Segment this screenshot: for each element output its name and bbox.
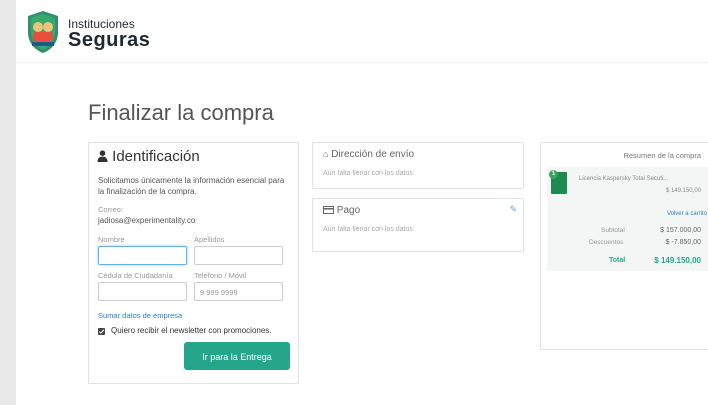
quantity-badge: 1 bbox=[549, 170, 558, 179]
check-icon bbox=[98, 329, 105, 334]
total-label: Total bbox=[609, 257, 626, 264]
payment-heading-text: Pago bbox=[336, 205, 361, 216]
discount-value: $ -7.850,00 bbox=[665, 239, 701, 246]
payment-panel[interactable]: Pago ✎ Aún falta llenar con los datos bbox=[312, 198, 524, 252]
site-header: Instituciones Seguras bbox=[16, 0, 708, 63]
phone-input[interactable]: 9 999 9999 bbox=[194, 282, 283, 301]
newsletter-label: Quiero recibir el newsletter con promoci… bbox=[111, 326, 272, 335]
identification-heading: Identificación bbox=[97, 148, 200, 165]
id-number-input[interactable] bbox=[98, 282, 187, 301]
last-name-input[interactable] bbox=[194, 246, 283, 265]
email-label: Correo: bbox=[98, 205, 124, 214]
page-title: Finalizar la compra bbox=[88, 100, 274, 125]
id-number-label: Cédula de Ciudadanía bbox=[98, 271, 173, 280]
payment-status: Aún falta llenar con los datos bbox=[323, 226, 413, 233]
first-name-input[interactable] bbox=[98, 246, 187, 265]
user-icon bbox=[97, 150, 108, 162]
identification-intro: Solicitamos únicamente la información es… bbox=[98, 176, 285, 196]
edit-icon[interactable]: ✎ bbox=[509, 204, 517, 215]
shield-logo-icon[interactable] bbox=[26, 10, 60, 54]
phone-label: Teléfono / Móvil bbox=[194, 271, 247, 280]
checkout-page: Instituciones Seguras Finalizar la compr… bbox=[16, 0, 708, 405]
subtotal-value: $ 157.000,00 bbox=[660, 227, 701, 234]
brand-name-line2: Seguras bbox=[68, 29, 151, 51]
newsletter-checkbox[interactable] bbox=[98, 328, 105, 335]
total-value: $ 149.150,00 bbox=[654, 256, 701, 265]
identification-heading-text: Identificación bbox=[112, 148, 200, 165]
home-icon: ⌂ bbox=[323, 149, 329, 159]
first-name-label: Nombre bbox=[98, 235, 125, 244]
subtotal-label: Subtotal bbox=[601, 227, 625, 234]
payment-heading: Pago bbox=[323, 205, 360, 216]
product-name: Licencia Kaspersky Total Secuti... bbox=[579, 176, 669, 182]
shipping-heading: ⌂ Dirección de envío bbox=[323, 149, 414, 160]
credit-card-icon bbox=[323, 206, 334, 214]
back-to-cart-link[interactable]: Volver a carrito bbox=[667, 211, 707, 217]
identification-panel: Identificación Solicitamos únicamente la… bbox=[88, 142, 299, 384]
summary-heading: Resumen de la compra bbox=[623, 151, 701, 160]
go-to-delivery-button[interactable]: Ir para la Entrega bbox=[184, 342, 290, 370]
last-name-label: Apellidos bbox=[194, 235, 225, 244]
email-value: jadiosa@experimentality.co bbox=[98, 216, 196, 225]
add-company-link[interactable]: Sumar datos de empresa bbox=[98, 311, 182, 320]
shipping-address-panel[interactable]: ⌂ Dirección de envío Aún falta llenar co… bbox=[312, 142, 524, 189]
shipping-status: Aún falta llenar con los datos bbox=[323, 170, 413, 177]
product-price: $ 149.150,00 bbox=[665, 188, 701, 194]
discount-label: Descuentos bbox=[589, 239, 624, 246]
shipping-heading-text: Dirección de envío bbox=[331, 149, 415, 160]
order-summary-panel: Resumen de la compra 1 Licencia Kaspersk… bbox=[540, 142, 708, 350]
